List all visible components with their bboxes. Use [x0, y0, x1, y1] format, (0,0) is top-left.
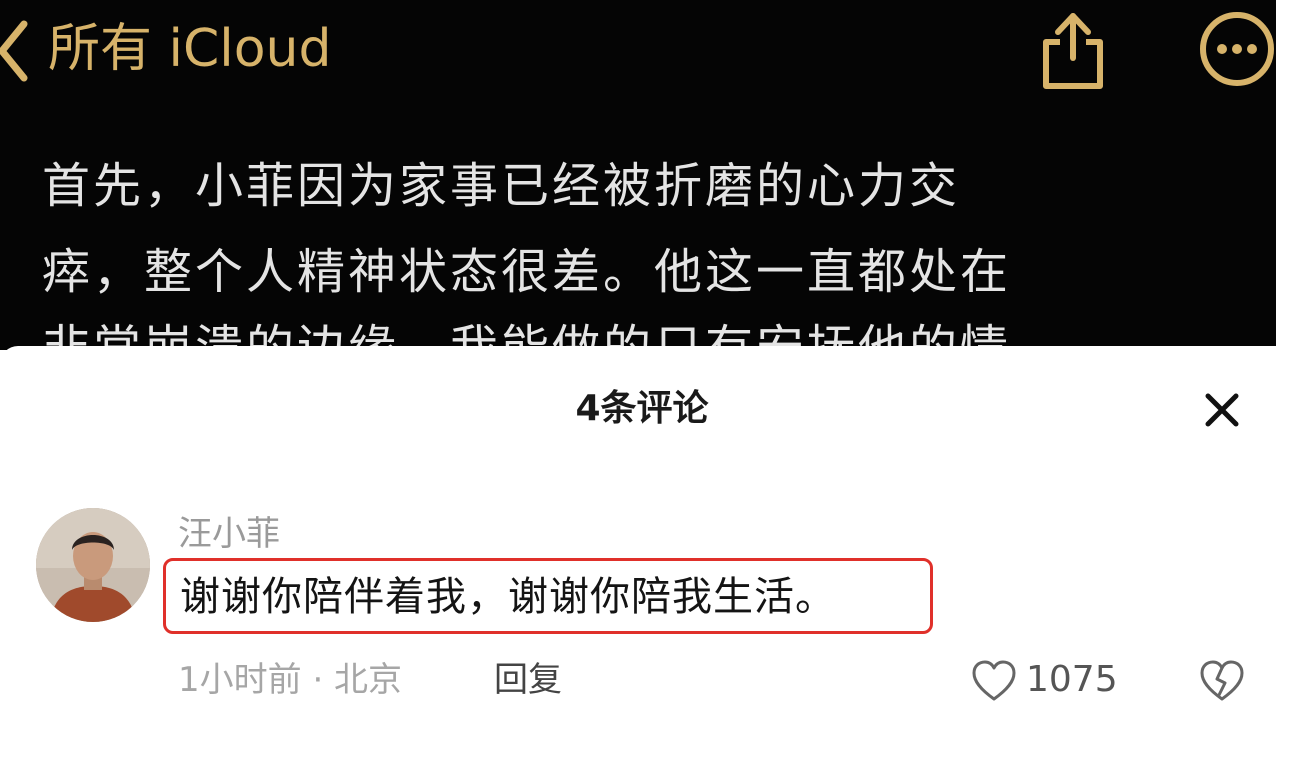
edge-strip — [1276, 0, 1296, 350]
like-count: 1075 — [1026, 659, 1118, 700]
avatar-image — [36, 508, 150, 622]
screen: 所有 iCloud 首先，小菲因为家事已经被折磨的心力交 瘁，整个人精神状态很差… — [0, 0, 1296, 774]
comment-text: 谢谢你陪伴着我，谢谢你陪我生活。 — [180, 574, 836, 620]
note-line-2: 瘁，整个人精神状态很差。他这一直都处在 — [42, 244, 1012, 300]
avatar[interactable] — [36, 508, 150, 622]
close-icon[interactable] — [1198, 386, 1246, 434]
heart-icon[interactable] — [970, 659, 1018, 703]
comment-username[interactable]: 汪小菲 — [178, 512, 280, 556]
comments-title: 4条评论 — [575, 388, 709, 429]
comments-sheet: 4条评论 汪小菲 谢谢你陪伴着我，谢谢你陪我生活。 1小时前 · 北京 回复 1… — [0, 346, 1296, 774]
back-button-label[interactable]: 所有 iCloud — [48, 14, 332, 84]
note-line-1: 首先，小菲因为家事已经被折磨的心力交 — [42, 158, 961, 214]
chevron-left-icon[interactable] — [0, 18, 34, 84]
more-icon[interactable] — [1198, 10, 1276, 88]
note-view: 所有 iCloud 首先，小菲因为家事已经被折磨的心力交 瘁，整个人精神状态很差… — [0, 0, 1276, 350]
share-icon[interactable] — [1036, 6, 1110, 92]
comment-meta: 1小时前 · 北京 — [178, 660, 403, 700]
reply-button[interactable]: 回复 — [494, 656, 562, 704]
highlighted-comment: 谢谢你陪伴着我，谢谢你陪我生活。 — [163, 558, 933, 634]
broken-heart-icon[interactable] — [1198, 659, 1246, 703]
